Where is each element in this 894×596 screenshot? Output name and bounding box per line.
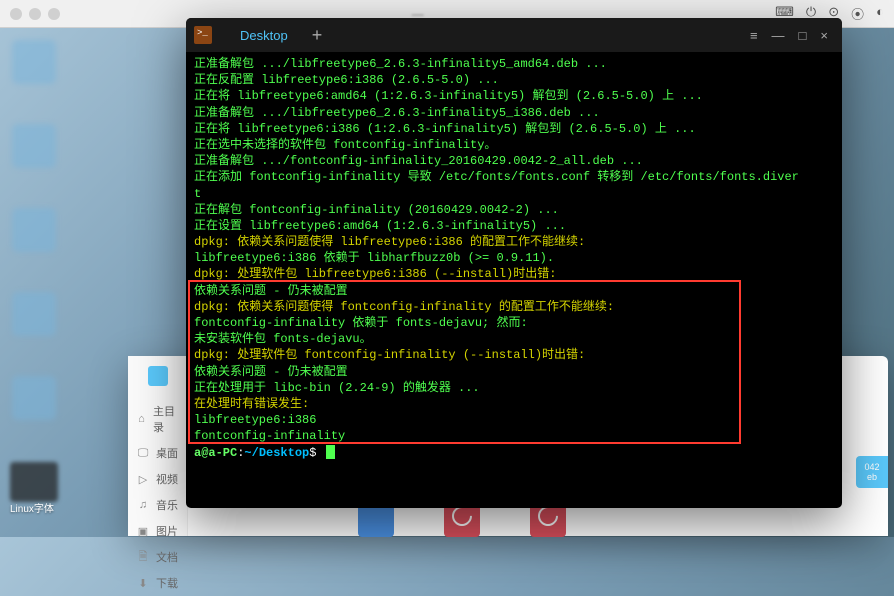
terminal-line: dpkg: 依赖关系问题使得 libfreetype6:i386 的配置工作不能… xyxy=(194,234,834,250)
terminal-line: 依赖关系问题 - 仍未被配置 xyxy=(194,364,834,380)
terminal-line: 正在反配置 libfreetype6:i386 (2.6.5-5.0) ... xyxy=(194,72,834,88)
terminal-line: dpkg: 依赖关系问题使得 fontconfig-infinality 的配置… xyxy=(194,299,834,315)
minimize-window-button[interactable] xyxy=(29,8,41,20)
video-icon: ▷ xyxy=(136,472,150,486)
terminal-line: 正准备解包 .../fontconfig-infinality_20160429… xyxy=(194,153,834,169)
terminal-window-controls: ≡ — □ × xyxy=(750,28,834,43)
terminal-line: t xyxy=(194,186,834,202)
file-manager-logo[interactable] xyxy=(148,366,168,386)
desktop-icon: 🖵 xyxy=(136,446,150,460)
terminal-line: 正在解包 fontconfig-infinality (20160429.004… xyxy=(194,202,834,218)
sidebar-item-documents[interactable]: 🗎文档 xyxy=(128,544,187,570)
prompt-user: a@a-PC xyxy=(194,446,237,460)
terminal-window[interactable]: Desktop + ≡ — □ × 正准备解包 .../libfreetype6… xyxy=(186,18,842,508)
terminal-line: 正在处理用于 libc-bin (2.24-9) 的触发器 ... xyxy=(194,380,834,396)
maximize-window-button[interactable] xyxy=(48,8,60,20)
home-icon: ⌂ xyxy=(136,412,147,426)
desktop-icon[interactable] xyxy=(12,208,56,252)
desktop-icon[interactable] xyxy=(12,376,56,420)
terminal-line: libfreetype6:i386 依赖于 libharfbuzz0b (>= … xyxy=(194,250,834,266)
close-window-button[interactable] xyxy=(10,8,22,20)
desktop-icons-column xyxy=(12,40,56,420)
prompt-path: ~/Desktop xyxy=(244,446,309,460)
picture-icon: ▣ xyxy=(136,524,150,538)
terminal-line: 正在选中未选择的软件包 fontconfig-infinality。 xyxy=(194,137,834,153)
time-icon[interactable]: ◐ xyxy=(876,4,884,23)
sidebar-item-music[interactable]: ♫音乐 xyxy=(128,492,187,518)
terminal-cursor xyxy=(326,445,335,459)
terminal-app-icon xyxy=(194,26,212,44)
terminal-line: 依赖关系问题 - 仍未被配置 xyxy=(194,283,834,299)
document-icon: 🗎 xyxy=(136,550,150,564)
terminal-line: 正准备解包 .../libfreetype6_2.6.3-infinality5… xyxy=(194,105,834,121)
terminal-line: 正在将 libfreetype6:amd64 (1:2.6.3-infinali… xyxy=(194,88,834,104)
maximize-button[interactable]: □ xyxy=(799,28,807,43)
download-icon: ⬇ xyxy=(136,576,150,590)
terminal-line: fontconfig-infinality 依赖于 fonts-dejavu; … xyxy=(194,315,834,331)
new-tab-button[interactable]: + xyxy=(302,25,333,46)
sidebar-item-desktop[interactable]: 🖵桌面 xyxy=(128,440,187,466)
minimize-button[interactable]: — xyxy=(772,28,785,43)
sidebar-item-videos[interactable]: ▷视频 xyxy=(128,466,187,492)
sidebar-item-home[interactable]: ⌂主目录 xyxy=(128,398,187,440)
terminal-titlebar[interactable]: Desktop + ≡ — □ × xyxy=(186,18,842,52)
desktop-folder-label: Linux字体 xyxy=(10,500,54,515)
close-button[interactable]: × xyxy=(820,28,828,43)
terminal-line: 正在添加 fontconfig-infinality 导致 /etc/fonts… xyxy=(194,169,834,185)
terminal-line: dpkg: 处理软件包 fontconfig-infinality (--ins… xyxy=(194,347,834,363)
terminal-line: 未安装软件包 fonts-dejavu。 xyxy=(194,331,834,347)
desktop-icon[interactable] xyxy=(12,124,56,168)
terminal-line: dpkg: 处理软件包 libfreetype6:i386 (--install… xyxy=(194,266,834,282)
desktop-icon[interactable] xyxy=(12,40,56,84)
music-icon: ♫ xyxy=(136,498,150,512)
menu-button[interactable]: ≡ xyxy=(750,28,758,43)
file-manager-sidebar: ⌂主目录 🖵桌面 ▷视频 ♫音乐 ▣图片 🗎文档 ⬇下载 xyxy=(128,356,188,536)
terminal-body[interactable]: 正准备解包 .../libfreetype6_2.6.3-infinality5… xyxy=(186,52,842,508)
status-icon[interactable]: ⦿ xyxy=(851,4,864,23)
terminal-line: fontconfig-infinality xyxy=(194,428,834,444)
desktop-folder-icon[interactable] xyxy=(10,462,58,502)
terminal-tab-desktop[interactable]: Desktop xyxy=(226,28,302,43)
terminal-line: 在处理时有错误发生: xyxy=(194,396,834,412)
sidebar-item-downloads[interactable]: ⬇下载 xyxy=(128,570,187,596)
terminal-line: 正在将 libfreetype6:i386 (1:2.6.3-infinalit… xyxy=(194,121,834,137)
file-badge[interactable]: 042 eb xyxy=(856,456,888,488)
traffic-lights xyxy=(10,8,60,20)
desktop-icon[interactable] xyxy=(12,292,56,336)
terminal-line: 正准备解包 .../libfreetype6_2.6.3-infinality5… xyxy=(194,56,834,72)
terminal-line: libfreetype6:i386 xyxy=(194,412,834,428)
terminal-prompt[interactable]: a@a-PC:~/Desktop$ xyxy=(194,445,834,461)
terminal-line: 正在设置 libfreetype6:amd64 (1:2.6.3-infinal… xyxy=(194,218,834,234)
sidebar-item-pictures[interactable]: ▣图片 xyxy=(128,518,187,544)
